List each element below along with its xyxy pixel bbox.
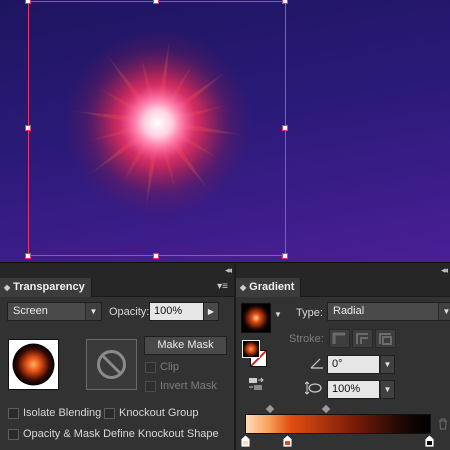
opacity-mask-knockout-label: Opacity & Mask Define Knockout Shape <box>23 428 219 440</box>
gradient-tabbar: ◆ Gradient <box>236 277 450 297</box>
handle-top-right[interactable] <box>282 0 288 4</box>
aspect-ratio-dropdown[interactable]: ▼ <box>379 380 395 399</box>
gradient-preview-swatch[interactable] <box>241 303 271 333</box>
tab-label: Gradient <box>249 281 295 293</box>
thumbnail-preview <box>12 343 55 386</box>
aspect-ratio-value: 100% <box>332 383 361 395</box>
gradient-type-value: Radial <box>333 305 365 317</box>
angle-dropdown[interactable]: ▼ <box>379 355 395 374</box>
stroke-within-icon[interactable] <box>329 329 350 348</box>
panel-options-icon[interactable]: ◆ <box>240 283 246 292</box>
stroke-across-icon[interactable] <box>375 329 396 348</box>
aspect-ratio-icon <box>304 381 323 398</box>
chevron-down-icon[interactable]: ▼ <box>380 381 394 398</box>
chevron-down-icon[interactable]: ▼ <box>380 356 394 373</box>
collapse-icon[interactable]: ◂◂ <box>441 263 448 277</box>
handle-bottom-center[interactable] <box>153 253 159 259</box>
handle-middle-right[interactable] <box>282 125 288 131</box>
invert-mask-checkbox[interactable] <box>145 381 156 392</box>
isolate-blending-checkbox[interactable] <box>8 408 19 419</box>
gradient-preview <box>242 304 270 332</box>
handle-bottom-left[interactable] <box>25 253 31 259</box>
type-label: Type: <box>296 307 323 319</box>
blend-mode-dropdown[interactable]: Screen ▼ <box>7 302 102 321</box>
invert-mask-label: Invert Mask <box>160 380 217 392</box>
handle-middle-left[interactable] <box>25 125 31 131</box>
collapse-bar[interactable]: ◂◂ <box>0 263 234 277</box>
clip-label: Clip <box>160 361 179 373</box>
stroke-along-icon[interactable] <box>352 329 373 348</box>
opacity-mask-thumbnail[interactable] <box>86 339 137 390</box>
color-stop[interactable] <box>425 435 434 447</box>
aspect-ratio-input[interactable]: 100% <box>327 380 380 399</box>
opacity-slider-button[interactable]: ▶ <box>203 302 219 321</box>
stroke-label: Stroke: <box>289 333 324 345</box>
panel-options-icon[interactable]: ◆ <box>4 283 10 292</box>
clip-checkbox[interactable] <box>145 362 156 373</box>
isolate-blending-label: Isolate Blending <box>23 407 102 419</box>
color-stop-selected[interactable] <box>283 435 292 447</box>
make-mask-label: Make Mask <box>157 339 214 351</box>
angle-icon <box>310 357 324 372</box>
opacity-value: 100% <box>154 305 183 317</box>
artwork-thumbnail[interactable] <box>8 339 59 390</box>
opacity-label: Opacity: <box>109 306 150 318</box>
handle-top-center[interactable] <box>153 0 159 4</box>
fill-gradient-icon <box>243 341 259 357</box>
artboard-canvas[interactable] <box>0 0 450 262</box>
tab-label: Transparency <box>13 281 85 293</box>
fill-stroke-widget[interactable] <box>241 339 269 369</box>
menu-icon[interactable]: ▾≡ <box>217 281 228 293</box>
tab-transparency[interactable]: ◆ Transparency <box>0 278 92 297</box>
tab-gradient[interactable]: ◆ Gradient <box>236 278 302 297</box>
angle-input[interactable]: 0° <box>327 355 380 374</box>
angle-value: 0° <box>332 358 343 370</box>
knockout-group-label: Knockout Group <box>119 407 199 419</box>
collapse-icon[interactable]: ◂◂ <box>225 263 232 277</box>
no-mask-icon <box>97 350 126 379</box>
chevron-down-icon[interactable]: ▼ <box>85 303 101 320</box>
gradient-type-dropdown[interactable]: Radial ▼ <box>327 302 450 321</box>
handle-bottom-right[interactable] <box>282 253 288 259</box>
gradient-slider[interactable] <box>245 414 431 434</box>
selection-bounding-box[interactable] <box>28 1 286 256</box>
chevron-down-icon[interactable]: ▼ <box>438 303 450 320</box>
blend-mode-value: Screen <box>13 305 48 317</box>
trash-icon[interactable] <box>438 418 448 433</box>
opacity-input[interactable]: 100% <box>149 302 204 321</box>
transparency-tabbar: ◆ Transparency ▾≡ <box>0 277 234 297</box>
fill-swatch[interactable] <box>242 340 260 358</box>
opacity-mask-knockout-checkbox[interactable] <box>8 429 19 440</box>
chevron-down-icon[interactable]: ▼ <box>274 310 282 319</box>
collapse-bar-gradient[interactable]: ◂◂ <box>236 263 450 277</box>
make-mask-button[interactable]: Make Mask <box>144 336 227 355</box>
knockout-group-checkbox[interactable] <box>104 408 115 419</box>
handle-top-left[interactable] <box>25 0 31 4</box>
color-stop[interactable] <box>241 435 250 447</box>
reverse-gradient-icon[interactable] <box>248 376 264 395</box>
